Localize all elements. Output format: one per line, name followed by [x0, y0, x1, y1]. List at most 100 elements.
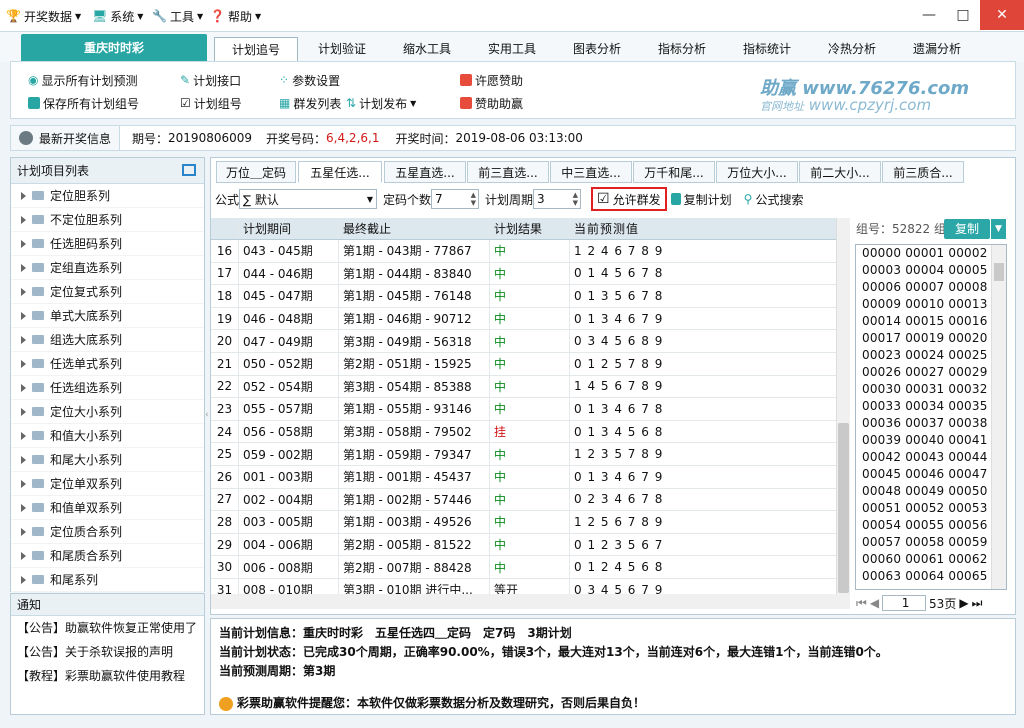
tab-utility-tool[interactable]: 实用工具 [470, 37, 554, 62]
table-row[interactable]: 29 004 - 006期 第2期 - 005期 - 81522 中 0 1 2 3 5… [211, 533, 837, 557]
tree-item[interactable]: 单式大底系列 [11, 304, 204, 328]
tree-item[interactable]: 定位质合系列 [11, 520, 204, 544]
horizontal-scrollbar[interactable] [211, 594, 850, 609]
table-row[interactable]: 19 046 - 048期 第1期 - 046期 - 90712 中 0 1 3 4 6… [211, 307, 837, 331]
wish-sponsor-button[interactable]: 许愿赞助 [460, 71, 523, 89]
sponsor-button[interactable]: 赞助助赢 [460, 94, 523, 112]
close-button[interactable]: ✕ [980, 0, 1024, 30]
tree-item[interactable]: 和尾系列 [11, 568, 204, 592]
column-header[interactable]: 计划结果 [490, 218, 570, 239]
column-header[interactable] [211, 218, 239, 239]
combo-scrollbar[interactable] [991, 245, 1006, 589]
last-page-icon[interactable]: ⏭ [972, 596, 983, 611]
formula-search-button[interactable]: ⚲ 公式搜索 [744, 191, 804, 208]
table-row[interactable]: 22 052 - 054期 第3期 - 054期 - 85388 中 1 4 5 6 7… [211, 375, 837, 399]
notice-item[interactable]: 【教程】彩票助赢软件使用教程 [11, 664, 204, 688]
table-row[interactable]: 21 050 - 052期 第2期 - 051期 - 15925 中 0 1 2 5 7… [211, 352, 837, 376]
count-stepper[interactable]: 7 ▲ ▼ [431, 189, 480, 209]
expand-icon[interactable] [21, 503, 26, 512]
tab-shrink-tool[interactable]: 缩水工具 [385, 37, 469, 62]
expand-icon[interactable] [21, 431, 26, 440]
table-row[interactable]: 26 001 - 003期 第1期 - 001期 - 45437 中 0 1 3 4 6… [211, 465, 837, 489]
expand-icon[interactable] [21, 527, 26, 536]
expand-icon[interactable] [21, 263, 26, 272]
table-scrollbar[interactable] [836, 218, 850, 594]
tree-item[interactable]: 定位复式系列 [11, 280, 204, 304]
subtab-wuxing-zhixuan[interactable]: 五星直选... [384, 161, 466, 183]
subtab-wanqian-hewei[interactable]: 万千和尾... [633, 161, 715, 183]
expand-icon[interactable] [21, 455, 26, 464]
column-header[interactable]: 当前预测值 [570, 218, 837, 239]
table-row[interactable]: 30 006 - 008期 第2期 - 007期 - 88428 中 0 1 2 4 5… [211, 556, 837, 579]
plan-api-button[interactable]: ✎ 计划接口 [180, 71, 241, 89]
expand-icon[interactable] [21, 335, 26, 344]
table-row[interactable]: 27 002 - 004期 第1期 - 002期 - 57446 中 0 2 3 4 6… [211, 488, 837, 512]
column-header[interactable]: 计划期间 [239, 218, 339, 239]
tree-item[interactable]: 任选单式系列 [11, 352, 204, 376]
expand-icon[interactable] [21, 311, 26, 320]
notice-item[interactable]: 【公告】助赢软件恢复正常使用了 [11, 616, 204, 640]
table-row[interactable]: 16 043 - 045期 第1期 - 043期 - 77867 中 1 2 4 6 7… [211, 240, 837, 263]
expand-icon[interactable] [21, 383, 26, 392]
menu-item-help[interactable]: ❓ 帮助 ▼ [210, 7, 261, 25]
table-row[interactable]: 20 047 - 049期 第3期 - 049期 - 56318 中 0 3 4 5 6… [211, 330, 837, 353]
combo-list[interactable]: 00000 00001 00002 00003 00004 00005 00006 … [855, 244, 1007, 590]
tab-indicator-stats[interactable]: 指标统计 [725, 37, 809, 62]
page-input[interactable]: 1 [882, 595, 927, 611]
subtab-wanwei-dingma[interactable]: 万位＿定码 [216, 161, 296, 183]
table-row[interactable]: 31 008 - 010期 第3期 - 010期 进行中... 等开 0 3 4 5 6… [211, 578, 837, 594]
tab-plan-chase[interactable]: 计划追号 [214, 37, 298, 62]
next-page-icon[interactable]: ▶ [959, 596, 968, 610]
tab-omission[interactable]: 遗漏分析 [895, 37, 979, 62]
save-all-groups-button[interactable]: 保存所有计划组号 [28, 94, 139, 112]
window-icon[interactable] [182, 164, 196, 176]
expand-icon[interactable] [21, 191, 26, 200]
plan-publish-button[interactable]: ⇅ 计划发布 ▼ [346, 94, 416, 112]
show-all-predictions-button[interactable]: ◉ 显示所有计划预测 [28, 71, 138, 89]
table-row[interactable]: 24 056 - 058期 第3期 - 058期 - 79502 挂 0 1 3 4 5… [211, 420, 837, 444]
tab-plan-verify[interactable]: 计划验证 [300, 37, 384, 62]
copy-button[interactable]: 复制 [944, 219, 990, 239]
expand-icon[interactable] [21, 479, 26, 488]
menu-item-kaijiang[interactable]: 🏆 开奖数据 ▼ [6, 7, 81, 25]
latest-draw-button[interactable]: 最新开奖信息 [11, 126, 121, 150]
subtab-zhongsan-zhixuan[interactable]: 中三直选... [550, 161, 632, 183]
expand-icon[interactable] [21, 575, 26, 584]
allow-group-checkbox[interactable]: ☑ 允许群发 [591, 187, 667, 211]
notice-item[interactable]: 【公告】关于杀软误报的声明 [11, 640, 204, 664]
expand-icon[interactable] [21, 287, 26, 296]
copy-dropdown-icon[interactable]: ▼ [990, 219, 1006, 239]
tab-chart-analysis[interactable]: 图表分析 [555, 37, 639, 62]
subtab-wanwei-daxiao[interactable]: 万位大小... [716, 161, 798, 183]
group-list-button[interactable]: ▦ 群发列表 [279, 94, 341, 112]
menu-item-tools[interactable]: 🔧 工具 ▼ [152, 7, 203, 25]
tree-item[interactable]: 定组直选系列 [11, 256, 204, 280]
tree-item[interactable]: 定位单双系列 [11, 472, 204, 496]
copy-plan-button[interactable]: 复制计划 [670, 191, 732, 208]
scroll-thumb[interactable] [838, 423, 849, 593]
subtab-wuxing-renxuan[interactable]: 五星任选... [298, 161, 382, 183]
column-header[interactable]: 最终截止 [339, 218, 490, 239]
tree-item[interactable]: 和值大小系列 [11, 424, 204, 448]
subtab-qianer-daxiao[interactable]: 前二大小... [799, 161, 881, 183]
tree-item[interactable]: 和尾大小系列 [11, 448, 204, 472]
table-row[interactable]: 25 059 - 002期 第1期 - 059期 - 79347 中 1 2 3 5 7… [211, 443, 837, 466]
menu-item-system[interactable]: 🖥 系统 ▼ [92, 7, 143, 25]
expand-icon[interactable] [21, 359, 26, 368]
param-settings-button[interactable]: ⁘ 参数设置 [279, 71, 340, 89]
tree-item[interactable]: 和尾质合系列 [11, 544, 204, 568]
plan-group-button[interactable]: ☑ 计划组号 [180, 94, 242, 112]
expand-icon[interactable] [21, 215, 26, 224]
table-row[interactable]: 18 045 - 047期 第1期 - 045期 - 76148 中 0 1 3 5 6… [211, 285, 837, 308]
tree-item[interactable]: 组选大底系列 [11, 328, 204, 352]
formula-select[interactable]: ∑ 默认 ▼ [239, 189, 378, 209]
tree-item[interactable]: 和值单双系列 [11, 496, 204, 520]
table-row[interactable]: 17 044 - 046期 第1期 - 044期 - 83840 中 0 1 4 5 6… [211, 262, 837, 286]
scroll-thumb[interactable] [994, 263, 1004, 281]
tree-item[interactable]: 任选胆码系列 [11, 232, 204, 256]
tree-item[interactable]: 定位胆系列 [11, 184, 204, 208]
tab-hot-cold[interactable]: 冷热分析 [810, 37, 894, 62]
table-row[interactable]: 28 003 - 005期 第1期 - 003期 - 49526 中 1 2 5 6 7… [211, 511, 837, 534]
tree-item[interactable]: 定位大小系列 [11, 400, 204, 424]
expand-icon[interactable] [21, 239, 26, 248]
